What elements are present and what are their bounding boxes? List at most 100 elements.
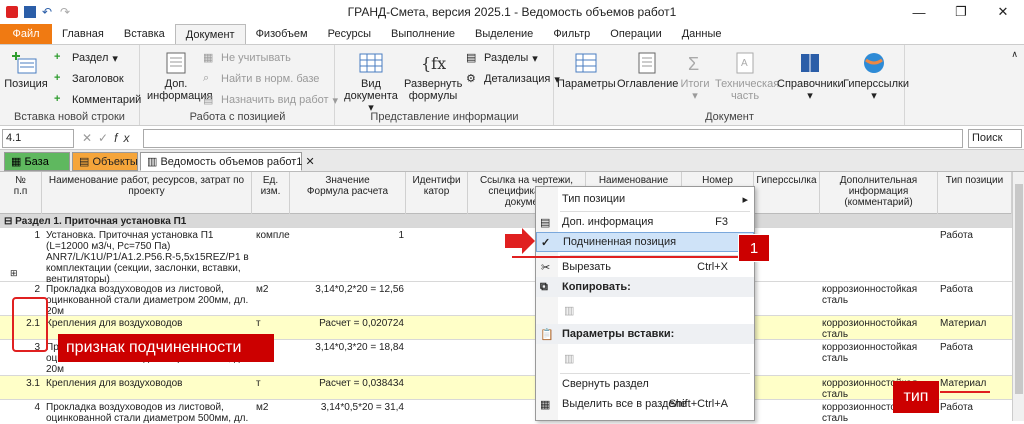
params-button[interactable]: Параметры <box>557 51 616 90</box>
detail-button[interactable]: ⚙ Детализация ▾ <box>466 72 560 86</box>
sections-button[interactable]: ▤ Разделы ▾ <box>466 51 538 65</box>
assign-work-button[interactable]: ▤ Назначить вид работ ▾ <box>203 93 338 107</box>
col-num[interactable]: № п.п <box>0 172 42 214</box>
col-id[interactable]: Идентифи катор <box>406 172 468 214</box>
menu-item-collapse-section[interactable]: Свернуть раздел <box>536 374 754 394</box>
comment-button[interactable]: + Комментарий <box>54 93 141 107</box>
grid-icon <box>359 53 383 73</box>
menu-home[interactable]: Главная <box>52 24 114 44</box>
toc-icon <box>638 52 656 74</box>
menu-selection[interactable]: Выделение <box>465 24 543 44</box>
info-icon: ▤ <box>540 216 551 229</box>
type-label: тип <box>893 381 939 413</box>
assign-icon: ▤ <box>203 94 214 106</box>
menu-operations[interactable]: Операции <box>600 24 671 44</box>
scroll-thumb[interactable] <box>1015 184 1023 394</box>
plus-icon: + <box>54 51 61 63</box>
col-unit[interactable]: Ед. изм. <box>252 172 290 214</box>
ignore-button[interactable]: ▦ Не учитывать <box>203 51 291 65</box>
col-value[interactable]: Значение Формула расчета <box>290 172 406 214</box>
check-icon: ✓ <box>541 236 551 249</box>
find-base-button[interactable]: ⌕ Найти в норм. базе <box>203 72 319 86</box>
position-icon <box>12 52 37 74</box>
scissors-icon: ✂ <box>541 261 551 274</box>
col-hyperlink[interactable]: Гиперссылка <box>754 172 820 214</box>
menu-data[interactable]: Данные <box>672 24 732 44</box>
select-icon: ▦ <box>540 398 551 411</box>
menu-resources[interactable]: Ресурсы <box>318 24 381 44</box>
close-tab-icon[interactable]: ✕ <box>305 156 314 168</box>
menu-file[interactable]: Файл <box>0 24 52 44</box>
subordinate-label: признак подчиненности <box>58 334 274 362</box>
params-icon <box>575 53 597 73</box>
refs-button[interactable]: Справочники ▾ <box>777 51 844 102</box>
minimize-icon[interactable]: — <box>898 0 940 24</box>
menu-item-type-position[interactable]: Тип позиции ▸ <box>536 189 754 209</box>
menu-document[interactable]: Документ <box>174 24 246 44</box>
paste-option-icon: ▥ <box>564 352 575 365</box>
close-icon[interactable]: ✕ <box>982 0 1024 24</box>
group-insert-row: Позиция + Раздел ▾ + Заголовок + Комментари… <box>0 45 141 125</box>
window-title: ГРАНД-Смета, версия 2025.1 - Ведомость о… <box>347 5 677 19</box>
menu-filter[interactable]: Фильтр <box>543 24 600 44</box>
ribbon: Позиция + Раздел ▾ + Заголовок + Комментари… <box>0 44 1024 126</box>
copy-icon: ⧉ <box>540 280 548 293</box>
expand-icon[interactable]: ⊞ <box>10 268 18 279</box>
menu-item-copy-option[interactable]: ▥ <box>536 297 754 323</box>
totals-button[interactable]: Σ Итоги ▾ <box>677 51 713 102</box>
menu-item-select-all[interactable]: ▦ Выделить все в разделе Shift+Ctrl+A <box>536 394 754 414</box>
detail-icon: ⚙ <box>466 73 476 85</box>
ignore-icon: ▦ <box>203 52 214 64</box>
formula-bar: 4.1 ✕✓fx Поиск <box>0 128 1024 150</box>
hyperlinks-button[interactable]: Гиперссылки ▾ <box>843 51 909 102</box>
expand-formulas-button[interactable]: {fx} Развернутьформулы <box>404 51 462 102</box>
formula-buttons[interactable]: ✕✓fx <box>82 131 135 145</box>
col-info[interactable]: Дополнительная информация (комментарий) <box>820 172 938 214</box>
table-row[interactable]: 3.1 Крепления для воздуховодов т Расчет … <box>0 376 1012 400</box>
table-row[interactable]: 1 Установка. Приточная установка П1 (L=1… <box>0 228 1012 285</box>
ribbon-collapse-icon[interactable]: ∧ <box>1011 49 1018 60</box>
cell-reference[interactable]: 4.1 <box>2 129 74 148</box>
vertical-scrollbar[interactable] <box>1012 172 1024 421</box>
formula-input[interactable] <box>143 129 963 148</box>
plus-icon: + <box>54 72 61 84</box>
table-row[interactable]: 4 Прокладка воздуховодов из листовой, оц… <box>0 400 1012 424</box>
col-type[interactable]: Тип позиции <box>938 172 1012 214</box>
heading-button[interactable]: + Заголовок <box>54 72 124 86</box>
tab-document[interactable]: ▥ Ведомость объемов работ1 ✕ <box>140 152 315 171</box>
tech-part-button[interactable]: A Техническая часть <box>715 51 779 102</box>
svg-text:A: A <box>741 58 748 69</box>
menu-item-cut[interactable]: ✂ Вырезать Ctrl+X <box>536 257 754 277</box>
menu-item-add-info[interactable]: ▤ Доп. информация F3 <box>536 212 754 232</box>
group-work-position: Доп. информация ▦ Не учитывать ⌕ Найти в но… <box>141 45 338 125</box>
doc-view-button[interactable]: Вид документа ▾ <box>340 51 402 114</box>
title-bar: ↶ ↷ ГРАНД-Смета, версия 2025.1 - Ведомос… <box>0 0 1024 24</box>
menu-item-paste-option[interactable]: ▥ <box>536 344 754 372</box>
restore-icon[interactable]: ❐ <box>940 0 982 24</box>
collapse-icon[interactable]: ⊟ <box>4 216 12 227</box>
toc-button[interactable]: Оглавление <box>617 51 678 90</box>
sections-icon: ▤ <box>466 52 477 64</box>
menu-item-copy[interactable]: ⧉ Копировать: <box>536 277 754 297</box>
table-row[interactable]: 2 Прокладка воздуховодов из листовой, оц… <box>0 282 1012 317</box>
menu-physvol[interactable]: Физобъем <box>246 24 318 44</box>
svg-text:{fx}: {fx} <box>421 54 447 73</box>
doc-icon: ▥ <box>147 156 161 168</box>
section-row[interactable]: ⊟ Раздел 1. Приточная установка П1 <box>0 214 1012 228</box>
menu-execution[interactable]: Выполнение <box>381 24 465 44</box>
tab-objects[interactable]: ▤ Объекты <box>72 152 138 171</box>
tab-base[interactable]: ▦ База <box>4 152 70 171</box>
menu-item-subordinate[interactable]: ✓ Подчиненная позиция <box>536 232 754 252</box>
tech-icon: A <box>736 52 754 74</box>
menu-insert[interactable]: Вставка <box>114 24 175 44</box>
add-info-button[interactable]: Доп. информация <box>147 51 213 102</box>
find-icon: ⌕ <box>203 72 210 84</box>
position-button[interactable]: Позиция <box>4 51 48 90</box>
search-button[interactable]: Поиск <box>968 129 1022 148</box>
section-button[interactable]: + Раздел ▾ <box>54 51 118 65</box>
base-icon: ▦ <box>11 156 25 168</box>
col-name[interactable]: Наименование работ, ресурсов, затрат по … <box>42 172 252 214</box>
menu-item-paste-params[interactable]: 📋 Параметры вставки: <box>536 324 754 344</box>
copy-option-icon: ▥ <box>564 304 575 317</box>
sigma-icon: Σ <box>688 54 699 74</box>
